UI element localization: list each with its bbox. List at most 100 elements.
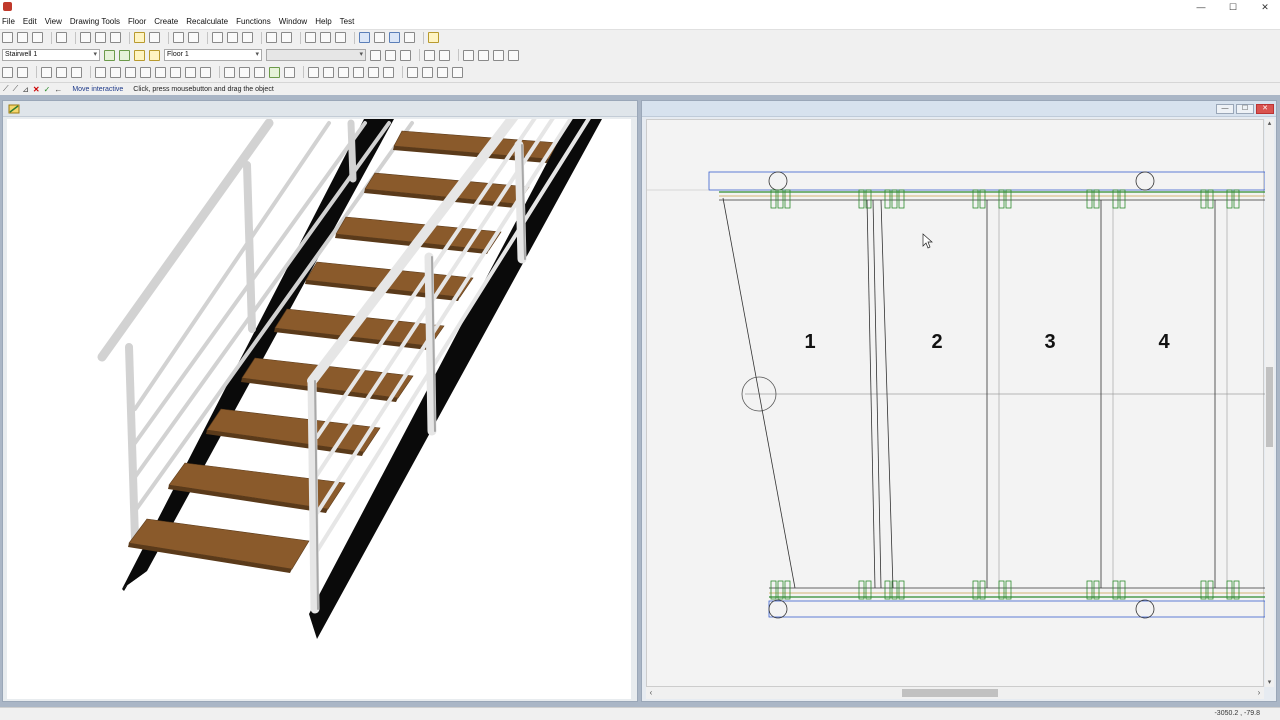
distribute-vertical-icon[interactable] — [439, 49, 450, 61]
polyline-icon[interactable] — [125, 66, 136, 78]
align-left-icon[interactable] — [370, 49, 381, 61]
plan-view-canvas[interactable]: 1 2 3 4 — [646, 119, 1266, 688]
snap-measure-icon[interactable]: ⊿ — [22, 85, 29, 94]
rotate-icon[interactable] — [185, 66, 196, 78]
menu-edit[interactable]: Edit — [23, 17, 37, 26]
layer-icon[interactable] — [149, 49, 160, 61]
new-file-icon[interactable] — [2, 32, 13, 43]
save-icon[interactable] — [32, 32, 43, 43]
scroll-left-icon[interactable]: ‹ — [646, 687, 656, 699]
ellipse-icon[interactable] — [170, 66, 181, 78]
align-top-icon[interactable] — [463, 49, 474, 61]
redo-icon[interactable] — [281, 32, 292, 43]
stair-plan-drawing[interactable]: 1 2 3 4 — [647, 120, 1266, 688]
stack-icon[interactable] — [71, 66, 82, 78]
menu-view[interactable]: View — [45, 17, 62, 26]
draw-icon[interactable] — [119, 49, 130, 61]
pen-icon[interactable] — [284, 66, 295, 78]
stretch-icon[interactable] — [224, 66, 235, 78]
cut-icon[interactable] — [212, 32, 223, 43]
scroll-up-icon[interactable]: ▴ — [1265, 119, 1274, 128]
plan-horizontal-scrollbar[interactable]: ‹ › — [646, 687, 1264, 699]
preview-icon[interactable] — [149, 32, 160, 43]
plan-horizontal-scroll-thumb[interactable] — [902, 689, 998, 697]
select-multi-icon[interactable] — [17, 66, 28, 78]
distribute-icon[interactable] — [424, 49, 435, 61]
plan-vertical-scroll-thumb[interactable] — [1266, 367, 1273, 447]
plan-view-window[interactable]: — ☐ ✕ 1 2 3 4 ▴ ▾ ‹ › — [641, 100, 1277, 702]
grid-icon[interactable] — [104, 49, 115, 61]
menu-file[interactable]: File — [2, 17, 15, 26]
zoom-out-icon[interactable] — [335, 32, 346, 43]
select-icon[interactable] — [2, 66, 13, 78]
3d-view-window[interactable] — [2, 100, 638, 702]
maximize-button[interactable]: ☐ — [1218, 1, 1248, 13]
view-3d-icon[interactable] — [452, 66, 463, 78]
plan-view-titlebar[interactable]: — ☐ ✕ — [642, 101, 1276, 117]
spacing-icon[interactable] — [508, 49, 519, 61]
staircase-3d-render[interactable] — [7, 110, 631, 699]
menu-create[interactable]: Create — [154, 17, 178, 26]
scroll-down-icon[interactable]: ▾ — [1265, 678, 1274, 687]
circle-icon[interactable] — [140, 66, 151, 78]
plan-minimize-button[interactable]: — — [1216, 104, 1234, 114]
view-front-icon[interactable] — [407, 66, 418, 78]
zoom-in-icon[interactable] — [305, 32, 316, 43]
menu-test[interactable]: Test — [340, 17, 355, 26]
print-preview-icon[interactable] — [188, 32, 199, 43]
measure-icon[interactable] — [374, 32, 385, 43]
mirror-icon[interactable] — [368, 66, 379, 78]
plan-vertical-scrollbar[interactable]: ▴ ▾ — [1265, 119, 1274, 687]
layout-icon[interactable] — [80, 32, 91, 43]
scroll-right-icon[interactable]: › — [1254, 687, 1264, 699]
plan-maximize-button[interactable]: ☐ — [1236, 104, 1254, 114]
stairwell-select[interactable]: Stairwell 1 — [2, 49, 100, 61]
align-bottom-icon[interactable] — [493, 49, 504, 61]
view-top-icon[interactable] — [437, 66, 448, 78]
minimize-button[interactable]: — — [1186, 1, 1216, 13]
help-icon[interactable] — [428, 32, 439, 43]
floor-select[interactable]: Floor 1 — [164, 49, 262, 61]
paste-icon[interactable] — [242, 32, 253, 43]
scale-icon[interactable] — [239, 66, 250, 78]
snap-angle-icon[interactable]: ⟋ — [13, 84, 19, 94]
group-icon[interactable] — [41, 66, 52, 78]
undo-icon[interactable] — [266, 32, 277, 43]
trim-icon[interactable] — [338, 66, 349, 78]
zoom-fit-icon[interactable] — [320, 32, 331, 43]
calendar-icon[interactable] — [95, 32, 106, 43]
pencil-icon[interactable] — [134, 49, 145, 61]
cancel-icon[interactable]: ✕ — [33, 85, 40, 94]
align-middle-icon[interactable] — [478, 49, 489, 61]
ungroup-icon[interactable] — [56, 66, 67, 78]
menu-floor[interactable]: Floor — [128, 17, 146, 26]
properties-icon[interactable] — [56, 32, 67, 43]
plan-close-button[interactable]: ✕ — [1256, 104, 1274, 114]
snap-line-icon[interactable]: ⟋ — [3, 84, 9, 94]
3d-view-titlebar[interactable] — [3, 101, 637, 117]
brush-icon[interactable] — [308, 66, 319, 78]
point-icon[interactable] — [95, 66, 106, 78]
menu-recalculate[interactable]: Recalculate — [186, 17, 228, 26]
align-justify-icon[interactable] — [400, 49, 411, 61]
snap-icon[interactable] — [389, 32, 400, 43]
menu-help[interactable]: Help — [315, 17, 331, 26]
menu-window[interactable]: Window — [279, 17, 307, 26]
ortho-icon[interactable] — [404, 32, 415, 43]
menu-drawing-tools[interactable]: Drawing Tools — [70, 17, 120, 26]
confirm-icon[interactable]: ✓ — [44, 85, 51, 94]
print-icon[interactable] — [173, 32, 184, 43]
align-center-icon[interactable] — [385, 49, 396, 61]
move-icon[interactable] — [200, 66, 211, 78]
open-folder-icon[interactable] — [17, 32, 28, 43]
arc-icon[interactable] — [155, 66, 166, 78]
copy-icon[interactable] — [227, 32, 238, 43]
filter-icon[interactable] — [134, 32, 145, 43]
back-icon[interactable]: ← — [54, 85, 62, 94]
edit-icon[interactable] — [269, 66, 280, 78]
3d-view-canvas[interactable] — [7, 110, 631, 699]
dimension-icon[interactable] — [359, 32, 370, 43]
view-side-icon[interactable] — [422, 66, 433, 78]
brush-edit-icon[interactable] — [323, 66, 334, 78]
menu-functions[interactable]: Functions — [236, 17, 271, 26]
